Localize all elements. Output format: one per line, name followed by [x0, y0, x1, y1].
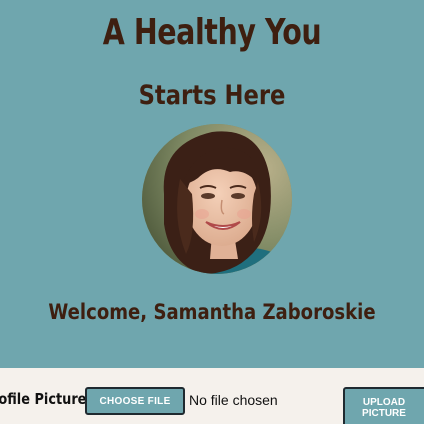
profile-picture-upload-bar: rofile Picture CHOOSE FILE No file chose… [0, 368, 424, 424]
upload-button-label-line1: UPLOAD [362, 397, 406, 408]
welcome-message: Welcome, Samantha Zaboroskie [48, 300, 376, 324]
choose-file-button[interactable]: CHOOSE FILE [85, 387, 185, 415]
avatar-photo [142, 124, 292, 274]
avatar [142, 124, 292, 274]
upload-button-label-line2: PICTURE [362, 408, 406, 419]
upload-picture-button[interactable]: UPLOAD PICTURE [343, 387, 424, 424]
file-status-text: No file chosen [189, 392, 278, 408]
hero-section: A Healthy You Starts Here Welcome, Saman… [0, 0, 424, 368]
profile-picture-label: rofile Picture [0, 390, 87, 408]
page-headline: A Healthy You [102, 12, 322, 53]
page-subheadline: Starts Here [138, 80, 286, 111]
